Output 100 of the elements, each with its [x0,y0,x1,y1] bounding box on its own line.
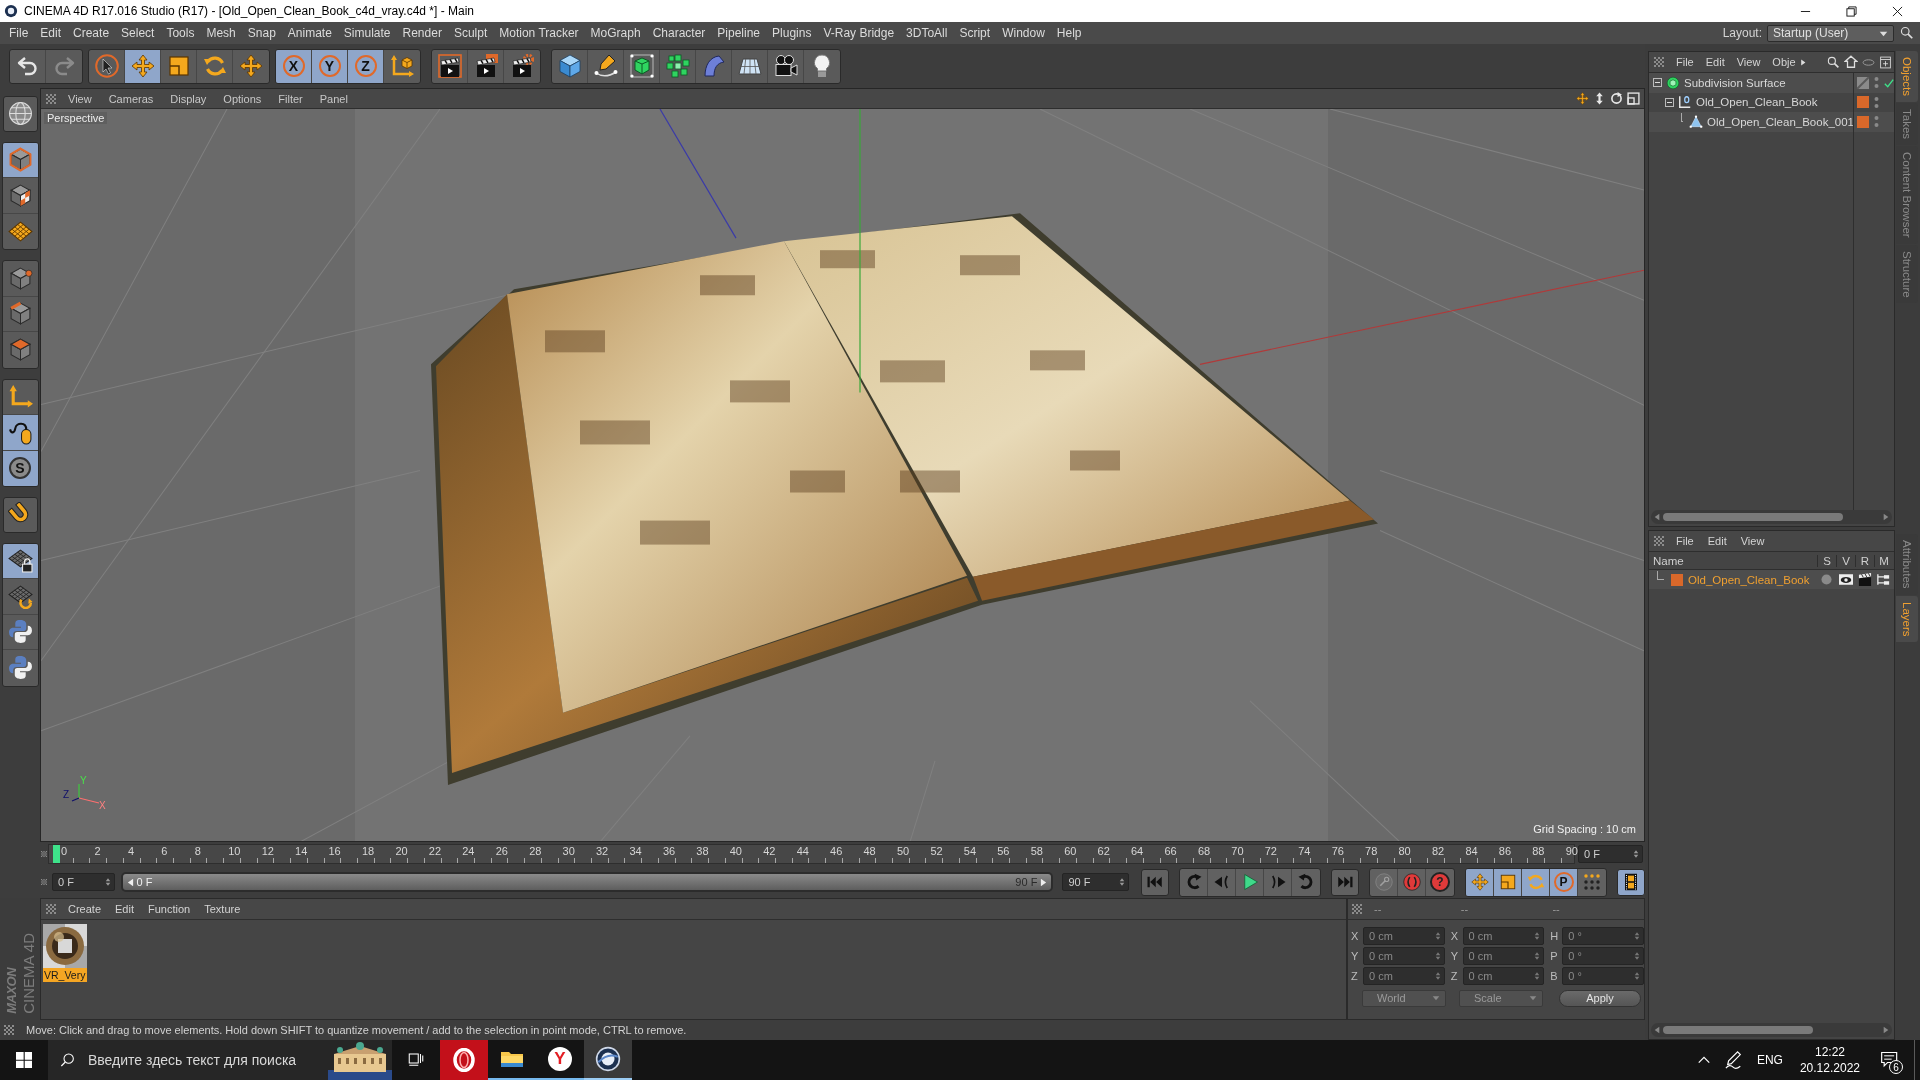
end-frame-field[interactable]: 90 F [1062,873,1129,891]
menu-item[interactable]: File [9,26,29,40]
empty-layer-icon[interactable] [1857,76,1869,89]
menu-item[interactable]: Edit [1705,56,1725,68]
rotate-view-icon[interactable] [1610,92,1623,105]
more-arrow-icon[interactable] [1799,57,1806,67]
grip-icon[interactable] [46,904,56,914]
menu-item[interactable]: Create [68,903,102,915]
home-icon[interactable] [1844,55,1859,69]
tweak-mode-button[interactable] [2,415,38,451]
clock-button[interactable]: 12:22 20.12.2022 [1789,1040,1870,1080]
menu-item[interactable]: Edit [1707,535,1727,547]
menu-item[interactable]: Render [402,26,442,40]
horizontal-scrollbar[interactable] [1651,510,1893,524]
open-book-drawing[interactable] [431,213,1378,785]
menu-item[interactable]: Mesh [206,26,236,40]
side-tab[interactable]: Layers [1896,595,1919,643]
menu-item[interactable]: Options [223,92,262,105]
layer-swatch-icon[interactable] [1671,573,1683,586]
z-axis-button[interactable]: Z [348,49,384,83]
pan-view-icon[interactable] [1576,92,1589,105]
solo-dot-icon[interactable] [1821,574,1832,585]
menu-item[interactable]: Tools [166,26,195,40]
coordinate-field[interactable]: 0 cm [1462,967,1545,985]
grip-icon[interactable] [4,1025,14,1035]
menu-item[interactable]: Snap [247,26,276,40]
coordinate-field[interactable]: 0 cm [1362,947,1445,965]
menu-item[interactable]: View [1736,56,1761,68]
menu-item[interactable]: File [1676,535,1694,547]
timeline-button[interactable] [1617,868,1645,896]
side-tab[interactable]: Objects [1896,51,1919,102]
coordinate-field[interactable]: 0 ° [1562,947,1644,965]
move-tool-button[interactable] [125,49,161,83]
menu-item[interactable]: Panel [319,92,348,105]
menu-item[interactable]: 3DToAll [906,26,948,40]
language-button[interactable]: ENG [1749,1040,1790,1080]
visibility-dots-icon[interactable] [1874,95,1879,109]
apply-button[interactable]: Apply [1559,989,1641,1007]
menu-item[interactable]: Display [170,92,207,105]
menu-item[interactable]: Create [73,26,110,40]
playhead[interactable] [52,845,60,863]
column-header[interactable]: Name [1649,554,1817,567]
menu-item[interactable]: MoGraph [590,26,641,40]
start-frame-field[interactable]: 0 F [51,873,115,891]
current-frame-field[interactable]: 0 F [1578,845,1643,863]
menu-item[interactable]: Pipeline [717,26,761,40]
scale-key-button[interactable] [1494,868,1522,896]
rotate-key-button[interactable] [1522,868,1550,896]
menu-item[interactable]: View [68,92,92,105]
grip-icon[interactable] [1654,57,1664,67]
viewport-3d-area[interactable]: Perspective Y X Z Grid Spacing : 10 cm [41,109,1644,841]
eye-icon[interactable] [1838,574,1853,585]
column-header[interactable]: R [1855,554,1874,567]
coordinate-field[interactable]: 0 cm [1462,947,1545,965]
menu-item[interactable]: Select [121,26,155,40]
maximize-view-icon[interactable] [1627,92,1640,105]
hierarchy-icon[interactable] [1877,573,1890,586]
grip-icon[interactable] [1352,904,1362,914]
menu-item[interactable]: Window [1002,26,1045,40]
add-panel-icon[interactable] [1879,55,1893,69]
menu-item[interactable]: Sculpt [453,26,488,40]
menu-item[interactable]: Script [959,26,991,40]
lock-workplane-button[interactable] [2,543,38,579]
search-bar[interactable]: Введите здесь текст для поиска [48,1040,392,1080]
checkmark-icon[interactable] [1884,77,1894,88]
material-name[interactable]: VR_Very [43,968,87,982]
object-name[interactable]: Old_Open_Clean_Book [1696,96,1818,109]
model-mode-button[interactable] [2,142,38,178]
search-icon[interactable] [1827,55,1841,69]
go-to-end-button[interactable] [1331,868,1359,896]
column-header[interactable]: V [1836,554,1855,567]
coordinate-field[interactable]: 0 ° [1562,927,1644,945]
layout-dropdown[interactable]: Startup (User) [1767,24,1894,42]
move-key-button[interactable] [1466,868,1494,896]
menu-item[interactable]: Edit [40,26,62,40]
menu-item[interactable]: Plugins [772,26,812,40]
menu-item[interactable]: Filter [278,92,303,105]
menu-item[interactable]: Character [652,26,706,40]
coordinate-field[interactable]: 0 cm [1362,927,1445,945]
collapse-box-icon[interactable] [1653,78,1662,88]
clapperboard-icon[interactable] [1857,573,1872,586]
parameter-key-button[interactable]: P [1550,868,1578,896]
menu-item[interactable]: Edit [115,903,134,915]
layer-swatch-icon[interactable] [1857,115,1869,128]
coordinate-field[interactable]: 0 cm [1462,927,1545,945]
snap-button[interactable]: S [2,450,38,486]
coordinate-field[interactable]: 0 ° [1562,967,1644,985]
make-editable-button[interactable] [2,96,38,132]
menu-item[interactable]: V-Ray Bridge [823,26,895,40]
x-axis-button[interactable]: X [276,49,312,83]
menu-item[interactable]: Obje [1772,56,1796,68]
column-header[interactable]: S [1817,554,1836,567]
menu-item[interactable]: File [1676,56,1694,68]
magnet-button[interactable] [2,497,38,533]
visibility-dots-icon[interactable] [1874,115,1879,129]
camera-label[interactable]: Perspective [44,112,108,124]
column-header[interactable]: M [1874,554,1893,567]
menu-item[interactable]: Simulate [343,26,391,40]
menu-item[interactable]: Animate [287,26,332,40]
visibility-dots-icon[interactable] [1874,76,1879,90]
